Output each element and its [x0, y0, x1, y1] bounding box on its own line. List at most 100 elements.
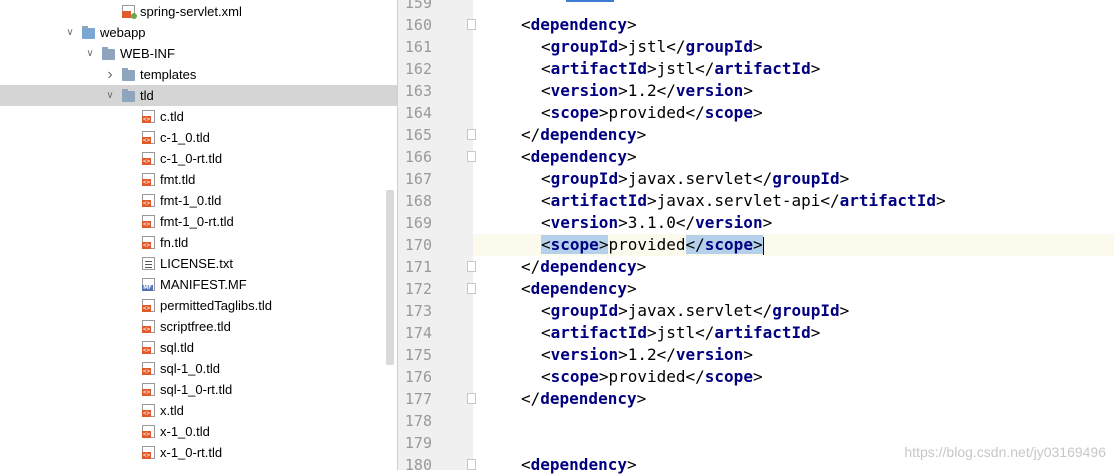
code-token: < [541, 191, 551, 210]
code-text[interactable]: <artifactId>javax.servlet-api</artifactI… [541, 190, 946, 212]
fold-marker-icon[interactable] [467, 459, 476, 470]
code-text[interactable]: <groupId>javax.servlet</groupId> [541, 300, 849, 322]
line-number: 164 [404, 104, 432, 122]
code-token: >jstl</ [618, 37, 686, 56]
xml-tag-name: artifactId [839, 191, 936, 210]
code-token: >1.2</ [618, 81, 676, 100]
code-token: > [626, 279, 637, 298]
xml-tag-name: dependency [530, 15, 627, 34]
code-text[interactable]: <dependency> [521, 278, 637, 300]
code-token: >jstl</ [646, 323, 715, 342]
line-number: 177 [404, 390, 432, 408]
code-token: > [810, 323, 821, 342]
code-token: >javax.servlet-api</ [646, 191, 840, 210]
xml-tag-name: dependency [530, 279, 627, 298]
code-token: > [839, 169, 850, 188]
code-line: 176 <scope>provided</scope> [0, 366, 1114, 388]
code-token: > [762, 213, 773, 232]
xml-tag-name: groupId [550, 37, 619, 56]
xml-tag-name: dependency [540, 125, 637, 144]
code-token: >javax.servlet</ [618, 169, 773, 188]
code-token: < [541, 235, 551, 254]
code-line: 162 <artifactId>jstl</artifactId> [0, 58, 1114, 80]
fold-marker-icon[interactable] [467, 151, 476, 162]
code-token: > [752, 367, 763, 386]
xml-tag-name: artifactId [550, 323, 647, 342]
code-token: > [743, 81, 753, 100]
code-line: 164 <scope>provided</scope> [0, 102, 1114, 124]
code-token: > [636, 257, 647, 276]
xml-tag-name: artifactId [550, 191, 647, 210]
xml-tag-name: dependency [530, 147, 627, 166]
xml-tag-name: dependency [540, 257, 637, 276]
xml-tag-name: version [695, 213, 763, 232]
code-token: provided [608, 235, 686, 254]
code-token: < [521, 147, 531, 166]
xml-tag-name: groupId [772, 301, 840, 320]
code-line: 173 <groupId>javax.servlet</groupId> [0, 300, 1114, 322]
code-line: 161 <groupId>jstl</groupId> [0, 36, 1114, 58]
code-text[interactable]: <version>1.2</version> [541, 80, 753, 102]
fold-marker-icon[interactable] [467, 129, 476, 140]
code-text[interactable]: <dependency> [521, 454, 637, 476]
xml-tag-name: version [550, 81, 619, 100]
code-text[interactable]: <dependency> [521, 14, 637, 36]
code-token: < [541, 301, 551, 320]
code-token: < [521, 15, 531, 34]
xml-tag-name: scope [550, 103, 599, 122]
code-text[interactable]: </dependency> [521, 124, 646, 146]
line-number: 178 [404, 412, 432, 430]
code-token: > [636, 389, 647, 408]
xml-tag-name: version [675, 81, 744, 100]
code-text[interactable]: <scope>provided</scope> [541, 234, 764, 256]
xml-tag-name: artifactId [714, 323, 811, 342]
line-number: 175 [404, 346, 432, 364]
line-number: 179 [404, 434, 432, 452]
line-number: 167 [404, 170, 432, 188]
code-text[interactable]: <version>3.1.0</version> [541, 212, 772, 234]
code-token: </ [521, 389, 541, 408]
code-token: < [521, 455, 531, 474]
code-line: 170 <scope>provided</scope> [0, 234, 1114, 256]
xml-tag-name: version [550, 345, 619, 364]
fold-marker-icon[interactable] [467, 393, 476, 404]
line-number: 173 [404, 302, 432, 320]
xml-tag-name: version [550, 213, 619, 232]
xml-tag-name: scope [550, 367, 599, 386]
line-number: 169 [404, 214, 432, 232]
fold-marker-icon[interactable] [467, 19, 476, 30]
code-line: 172 <dependency> [0, 278, 1114, 300]
fold-marker-icon[interactable] [467, 283, 476, 294]
code-token: > [810, 59, 821, 78]
code-text[interactable]: <artifactId>jstl</artifactId> [541, 58, 820, 80]
code-token: > [935, 191, 946, 210]
line-number: 161 [404, 38, 432, 56]
code-text[interactable]: <version>1.2</version> [541, 344, 753, 366]
code-token: > [626, 15, 637, 34]
code-token: >1.2</ [618, 345, 676, 364]
line-number: 160 [404, 16, 432, 34]
code-line: 171 </dependency> [0, 256, 1114, 278]
code-line: 168 <artifactId>javax.servlet-api</artifa… [0, 190, 1114, 212]
code-text[interactable]: <dependency> [521, 146, 637, 168]
code-text[interactable]: </dependency> [521, 388, 646, 410]
watermark: https://blog.csdn.net/jy03169496 [904, 444, 1106, 460]
code-token: >javax.servlet</ [618, 301, 773, 320]
line-number: 172 [404, 280, 432, 298]
code-token: > [598, 235, 609, 254]
code-text[interactable]: <scope>provided</scope> [541, 366, 763, 388]
code-token: > [626, 455, 637, 474]
code-text[interactable]: </dependency> [521, 256, 646, 278]
code-token: > [752, 235, 763, 254]
xml-tag-name: artifactId [714, 59, 811, 78]
code-text[interactable]: <groupId>jstl</groupId> [541, 36, 763, 58]
code-text[interactable]: <artifactId>jstl</artifactId> [541, 322, 820, 344]
xml-tag-name: version [675, 345, 744, 364]
line-number: 170 [404, 236, 432, 254]
code-text[interactable]: <groupId>javax.servlet</groupId> [541, 168, 849, 190]
code-token: < [541, 323, 551, 342]
fold-marker-icon[interactable] [467, 261, 476, 272]
code-text[interactable]: <scope>provided</scope> [541, 102, 763, 124]
code-token: >jstl</ [646, 59, 715, 78]
code-token: </ [521, 125, 541, 144]
